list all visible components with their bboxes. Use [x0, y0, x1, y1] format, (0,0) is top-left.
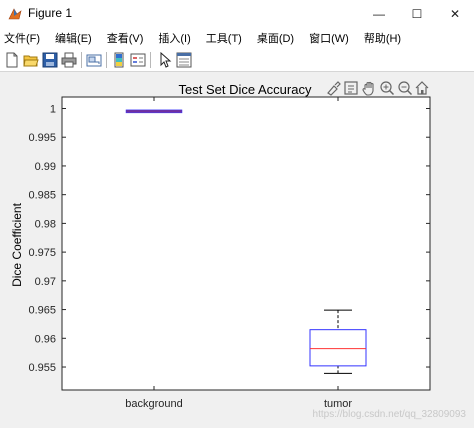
y-tick-label: 0.985 — [28, 190, 56, 202]
x-tick-label: background — [125, 398, 183, 410]
menu-edit[interactable]: 编辑(E) — [55, 30, 92, 46]
menu-view[interactable]: 查看(V) — [107, 30, 144, 46]
menu-file[interactable]: 文件(F) — [4, 30, 40, 46]
y-tick-label: 0.955 — [28, 362, 56, 374]
zoom-in-icon[interactable] — [380, 81, 395, 96]
y-axis-label: Dice Coefficient — [10, 202, 24, 286]
watermark-text: https://blog.csdn.net/qq_32809093 — [312, 409, 466, 420]
brush-icon[interactable] — [327, 81, 341, 96]
box-background — [125, 109, 183, 114]
toolbar-separator — [150, 52, 151, 68]
data-tips-icon[interactable] — [344, 81, 358, 95]
print-icon[interactable] — [61, 52, 77, 68]
y-tick-label: 0.965 — [28, 305, 56, 317]
insert-colorbar-icon[interactable] — [111, 52, 127, 68]
box-plot-chart: 0.955 0.96 0.965 0.97 0.975 0.98 0.985 0.99 0.99… — [10, 81, 431, 410]
open-file-icon[interactable] — [23, 52, 39, 68]
matlab-figure-icon — [8, 8, 22, 20]
save-icon[interactable] — [42, 52, 58, 68]
maximize-button[interactable]: ☐ — [398, 0, 436, 28]
zoom-out-icon[interactable] — [398, 81, 413, 96]
figure-canvas: 0.955 0.96 0.965 0.97 0.975 0.98 0.985 0.99 0.99… — [0, 73, 474, 428]
y-tick-label: 0.96 — [35, 333, 56, 345]
axes-background — [62, 97, 430, 390]
menu-help[interactable]: 帮助(H) — [364, 30, 401, 46]
menu-window[interactable]: 窗口(W) — [309, 30, 349, 46]
link-plot-icon[interactable] — [86, 52, 102, 68]
minimize-button[interactable]: — — [360, 0, 398, 28]
window-titlebar: Figure 1 — ☐ ✕ — [0, 0, 474, 28]
figure-toolbar — [0, 48, 474, 72]
y-tick-label: 0.995 — [28, 132, 56, 144]
pan-icon[interactable] — [362, 81, 374, 96]
y-tick-label: 1 — [50, 103, 56, 115]
minimize-icon: — — [373, 7, 385, 21]
window-title: Figure 1 — [28, 6, 73, 20]
axes-toolbar — [327, 81, 429, 96]
menu-desktop[interactable]: 桌面(D) — [257, 30, 294, 46]
restore-view-icon[interactable] — [415, 81, 429, 95]
new-figure-icon[interactable] — [4, 52, 20, 68]
menu-tools[interactable]: 工具(T) — [206, 30, 242, 46]
y-tick-label: 0.97 — [35, 276, 56, 288]
y-tick-label: 0.975 — [28, 247, 56, 259]
maximize-icon: ☐ — [411, 7, 423, 21]
y-tick-label: 0.98 — [35, 218, 56, 230]
close-button[interactable]: ✕ — [436, 0, 474, 28]
box-body — [125, 109, 183, 114]
menu-insert[interactable]: 插入(I) — [158, 30, 190, 46]
toolbar-separator — [106, 52, 107, 68]
select-arrow-icon[interactable] — [157, 52, 173, 68]
property-inspector-icon[interactable] — [176, 52, 192, 68]
chart-title: Test Set Dice Accuracy — [179, 82, 312, 97]
insert-legend-icon[interactable] — [130, 52, 146, 68]
menu-bar: 文件(F) 编辑(E) 查看(V) 插入(I) 工具(T) 桌面(D) 窗口(W… — [0, 28, 474, 48]
close-icon: ✕ — [449, 7, 461, 21]
toolbar-separator — [81, 52, 82, 68]
y-tick-label: 0.99 — [35, 161, 56, 173]
